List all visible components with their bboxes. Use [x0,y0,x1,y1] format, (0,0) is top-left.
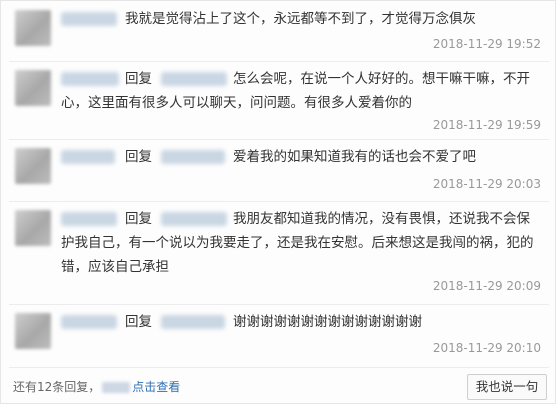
more-replies-count: 还有12条回复， [13,380,101,394]
comment-time: 2018-11-29 19:59 [432,118,541,132]
comment-item: 我就是觉得沾上了这个，永远都等不到了，才觉得万念俱灰 2018-11-29 19… [1,1,556,59]
reply-target[interactable] [161,150,225,164]
username[interactable] [61,12,117,26]
comment-text: 我就是觉得沾上了这个，永远都等不到了，才觉得万念俱灰 [125,11,476,27]
comment-item: 回复 爱着我的如果知道我有的话也会不爱了吧 2018-11-29 20:03 [1,139,556,201]
avatar[interactable] [15,10,51,46]
comment-item: 回复 我朋友都知道我的情况，没有畏惧，还说我不会保护我自己，有一个说以为我要走了… [1,201,556,301]
comment-time: 2018-11-29 20:09 [432,279,541,293]
reply-target[interactable] [161,315,225,329]
comment-time: 2018-11-29 20:10 [432,341,541,355]
say-something-button[interactable]: 我也说一句 [467,374,547,400]
divider [9,367,549,368]
username[interactable] [102,382,131,393]
username[interactable] [61,150,115,164]
reply-label: 回复 [125,149,152,165]
view-more-link[interactable]: 点击查看 [132,380,180,394]
reply-label: 回复 [125,314,152,330]
comment-text: 怎么会呢，在说一个人好好的。想干嘛干嘛，不开心，这里面有很多人可以聊天，问问题。… [61,71,530,111]
comment-text: 我朋友都知道我的情况，没有畏惧，还说我不会保护我自己，有一个说以为我要走了，还是… [61,211,534,275]
comment-item: 回复 谢谢谢谢谢谢谢谢谢谢谢谢谢谢 2018-11-29 20:10 [1,304,556,366]
comment-text: 谢谢谢谢谢谢谢谢谢谢谢谢谢谢 [233,314,422,330]
comment-time: 2018-11-29 19:52 [432,37,541,51]
comment-thread: 我就是觉得沾上了这个，永远都等不到了，才觉得万念俱灰 2018-11-29 19… [0,0,556,404]
avatar[interactable] [15,210,51,246]
avatar[interactable] [15,70,51,106]
avatar[interactable] [15,148,51,184]
comment-item: 回复 怎么会呢，在说一个人好好的。想干嘛干嘛，不开心，这里面有很多人可以聊天，问… [1,61,556,139]
avatar[interactable] [15,313,51,349]
more-replies: 还有12条回复， 点击查看 [13,378,180,395]
username[interactable] [61,315,117,329]
comment-time: 2018-11-29 20:03 [432,177,541,191]
comment-text: 爱着我的如果知道我有的话也会不爱了吧 [233,149,476,165]
